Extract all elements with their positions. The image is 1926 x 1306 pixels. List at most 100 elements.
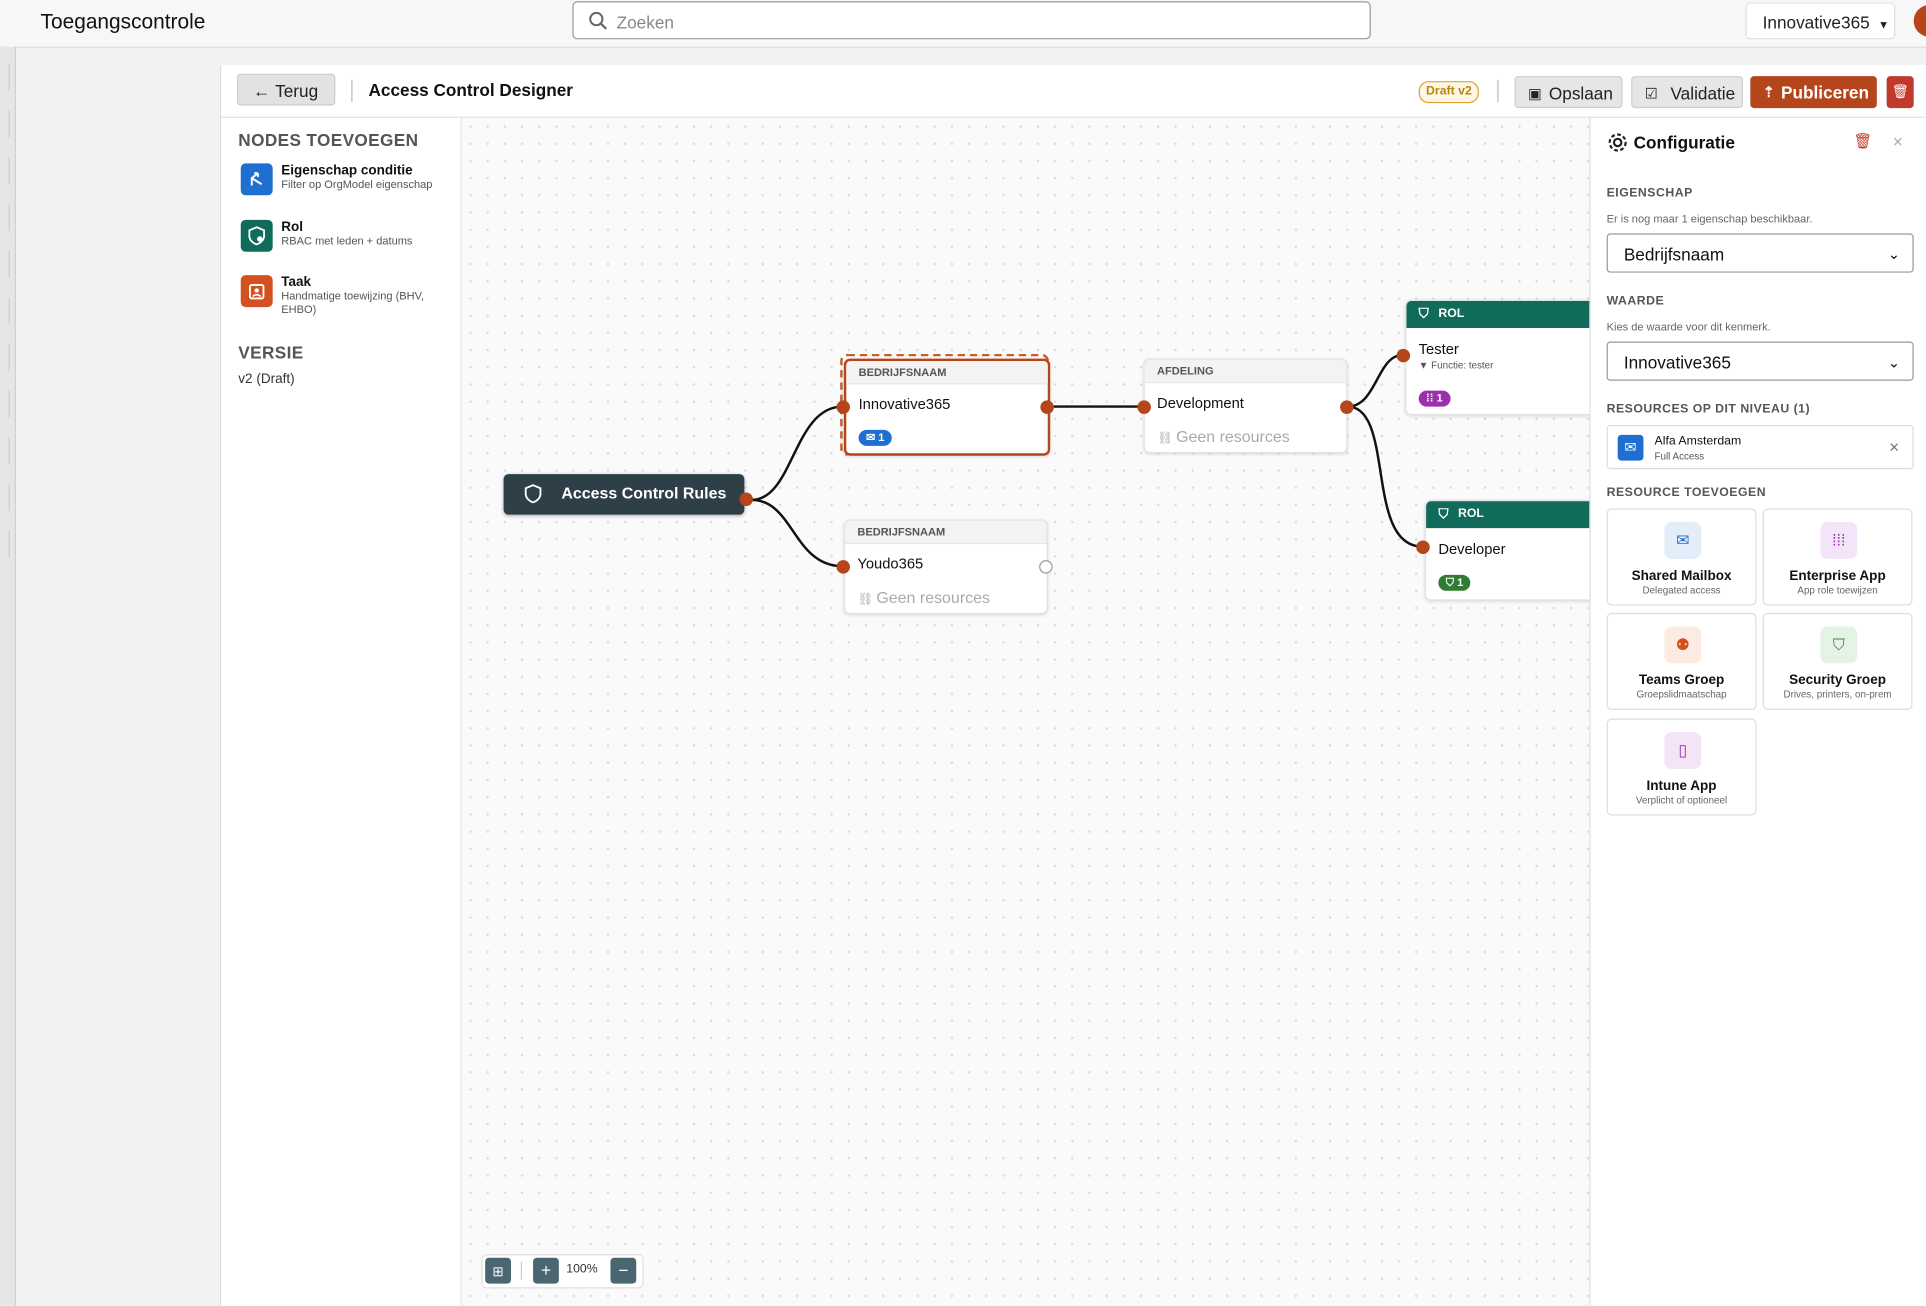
- chevron-down-icon: ⌄: [1887, 245, 1901, 263]
- close-icon[interactable]: ×: [1893, 131, 1903, 151]
- input-port[interactable]: [1137, 400, 1151, 414]
- trash-icon: 🗑: [1891, 84, 1909, 100]
- tile-label: Enterprise App: [1789, 568, 1886, 584]
- role-header: ⛉ ROL: [1426, 501, 1590, 529]
- zoom-out-button[interactable]: −: [610, 1257, 637, 1284]
- save-label: Opslaan: [1548, 83, 1613, 104]
- version-value: v2 (Draft): [238, 372, 295, 387]
- checklist-icon: ☑: [1644, 84, 1658, 102]
- badge-icon: [240, 275, 273, 308]
- arrow-left-icon: ←: [253, 81, 271, 101]
- search-input[interactable]: [614, 7, 1357, 37]
- resource-name: Alfa Amsterdam: [1654, 434, 1742, 449]
- tile-intune-app[interactable]: ▯ Intune App Verplicht of optioneel: [1606, 718, 1757, 816]
- root-node-label: Access Control Rules: [561, 483, 727, 503]
- chip-count: 1: [1436, 391, 1443, 405]
- root-node[interactable]: Access Control Rules: [503, 474, 745, 515]
- input-port[interactable]: [1416, 540, 1430, 554]
- back-label: Terug: [275, 81, 319, 101]
- tile-label: Shared Mailbox: [1631, 568, 1732, 584]
- tile-enterprise-app[interactable]: ⁞⁞⁞ Enterprise App App role toewijzen: [1762, 508, 1913, 606]
- property-select[interactable]: Bedrijfsnaam ⌄: [1606, 233, 1914, 273]
- tile-label: Intune App: [1646, 778, 1717, 794]
- tile-description: Verplicht of optioneel: [1635, 794, 1728, 806]
- property-select-value: Bedrijfsnaam: [1623, 244, 1725, 265]
- output-port[interactable]: [1340, 400, 1354, 414]
- tile-teams-groep[interactable]: ⚉ Teams Groep Groepslidmaatschap: [1606, 612, 1757, 710]
- device-icon: ▯: [1664, 732, 1702, 769]
- validate-button[interactable]: ☑ Validatie: [1631, 76, 1743, 109]
- palette-item-label: Taak: [281, 275, 312, 290]
- rail-marker: [4, 63, 10, 91]
- minus-icon: −: [618, 1260, 629, 1280]
- trash-icon[interactable]: 🗑: [1854, 133, 1873, 150]
- zoom-in-button[interactable]: +: [533, 1257, 559, 1284]
- output-port[interactable]: [1040, 400, 1054, 414]
- add-resource-title: RESOURCE TOEVOEGEN: [1606, 486, 1767, 500]
- node-palette: NODES TOEVOEGEN Eigenschap conditie Filt…: [221, 117, 462, 1306]
- resources-title: RESOURCES OP DIT NIVEAU (1): [1606, 402, 1811, 417]
- side-rail: [0, 46, 16, 1306]
- flow-canvas[interactable]: Access Control Rules BEDRIJFSNAAM Innova…: [461, 117, 1590, 1306]
- fit-view-button[interactable]: ⊞: [485, 1257, 511, 1284]
- config-title: Configuratie: [1633, 132, 1735, 153]
- output-port-empty[interactable]: [1039, 560, 1053, 574]
- tile-security-groep[interactable]: ⛉ Security Groep Drives, printers, on-pr…: [1762, 612, 1913, 710]
- tile-description: App role toewijzen: [1797, 584, 1878, 596]
- plus-icon: +: [540, 1260, 552, 1280]
- node-youdo365[interactable]: BEDRIJFSNAAM Youdo365 ⛓ Geen resources: [843, 519, 1048, 615]
- filter-icon: ▼: [1418, 359, 1432, 371]
- publish-label: Publiceren: [1781, 82, 1869, 102]
- search-box[interactable]: [572, 1, 1371, 40]
- rail-marker: [4, 530, 10, 558]
- app-title: Toegangscontrole: [40, 9, 206, 34]
- layout-icon: ⊞: [492, 1265, 504, 1280]
- resource-count-chip: ⛉ 1: [1438, 574, 1471, 591]
- link-off-icon: ⛓: [857, 593, 877, 607]
- validate-label: Validatie: [1670, 83, 1736, 104]
- tile-description: Drives, printers, on-prem: [1783, 689, 1892, 701]
- mail-icon: ✉: [1664, 522, 1702, 559]
- node-name: Tester: [1418, 340, 1459, 358]
- node-header: AFDELING: [1144, 359, 1347, 384]
- divider: [1497, 79, 1499, 102]
- tenant-selector[interactable]: Innovative365 ▼: [1745, 2, 1896, 40]
- no-resources-label: ⛓ Geen resources: [857, 588, 990, 606]
- palette-item-label: Eigenschap conditie: [281, 163, 413, 179]
- rail-marker: [4, 250, 10, 278]
- resource-item[interactable]: ✉ Alfa Amsterdam Full Access ×: [1606, 424, 1914, 470]
- input-port[interactable]: [836, 400, 850, 414]
- palette-item-taak[interactable]: Taak Handmatige toewijzing (BHV, EHBO): [238, 275, 453, 324]
- value-select[interactable]: Innovative365 ⌄: [1606, 341, 1914, 381]
- node-development[interactable]: AFDELING Development ⛓ Geen resources: [1143, 358, 1348, 454]
- node-header: BEDRIJFSNAAM: [846, 361, 1048, 385]
- input-port[interactable]: [836, 560, 850, 574]
- publish-button[interactable]: ⇡ Publiceren: [1750, 76, 1877, 109]
- shield-user-icon: ⛉: [1438, 507, 1449, 523]
- palette-item-rol[interactable]: Rol RBAC met leden + datums: [238, 219, 453, 269]
- value-select-value: Innovative365: [1623, 352, 1731, 373]
- input-port[interactable]: [1396, 348, 1411, 363]
- root-output-port[interactable]: [739, 492, 753, 507]
- save-button[interactable]: ▣ Opslaan: [1514, 76, 1623, 109]
- top-bar: Toegangscontrole Innovative365 ▼: [0, 0, 1926, 48]
- palette-item-description: Handmatige toewijzing (BHV, EHBO): [281, 289, 425, 316]
- remove-resource-icon[interactable]: ×: [1889, 437, 1899, 457]
- role-header-label: ROL: [1457, 507, 1484, 521]
- node-name: Developer: [1438, 540, 1506, 558]
- node-header: BEDRIJFSNAAM: [845, 520, 1047, 545]
- avatar[interactable]: [1913, 4, 1926, 37]
- delete-button[interactable]: 🗑: [1886, 76, 1914, 109]
- shield-icon: ⛉: [1445, 576, 1458, 589]
- node-innovative365[interactable]: BEDRIJFSNAAM Innovative365 ✉ 1: [843, 358, 1051, 456]
- palette-item-eigenschap-conditie[interactable]: Eigenschap conditie Filter op OrgModel e…: [238, 163, 453, 212]
- role-filter-text: Functie: tester: [1431, 359, 1494, 371]
- node-developer[interactable]: ⛉ ROL Developer ⛉ 1: [1424, 499, 1590, 601]
- rail-marker: [4, 343, 10, 371]
- tile-label: Teams Groep: [1638, 673, 1725, 688]
- node-name: Development: [1157, 394, 1244, 412]
- tile-shared-mailbox[interactable]: ✉ Shared Mailbox Delegated access: [1606, 508, 1757, 606]
- role-filter: ▼ Functie: tester: [1419, 360, 1494, 371]
- node-tester[interactable]: ⛉ ROL Tester ▼ Functie: tester ⁞⁞ 1: [1405, 299, 1590, 416]
- back-button[interactable]: ← Terug: [237, 73, 336, 106]
